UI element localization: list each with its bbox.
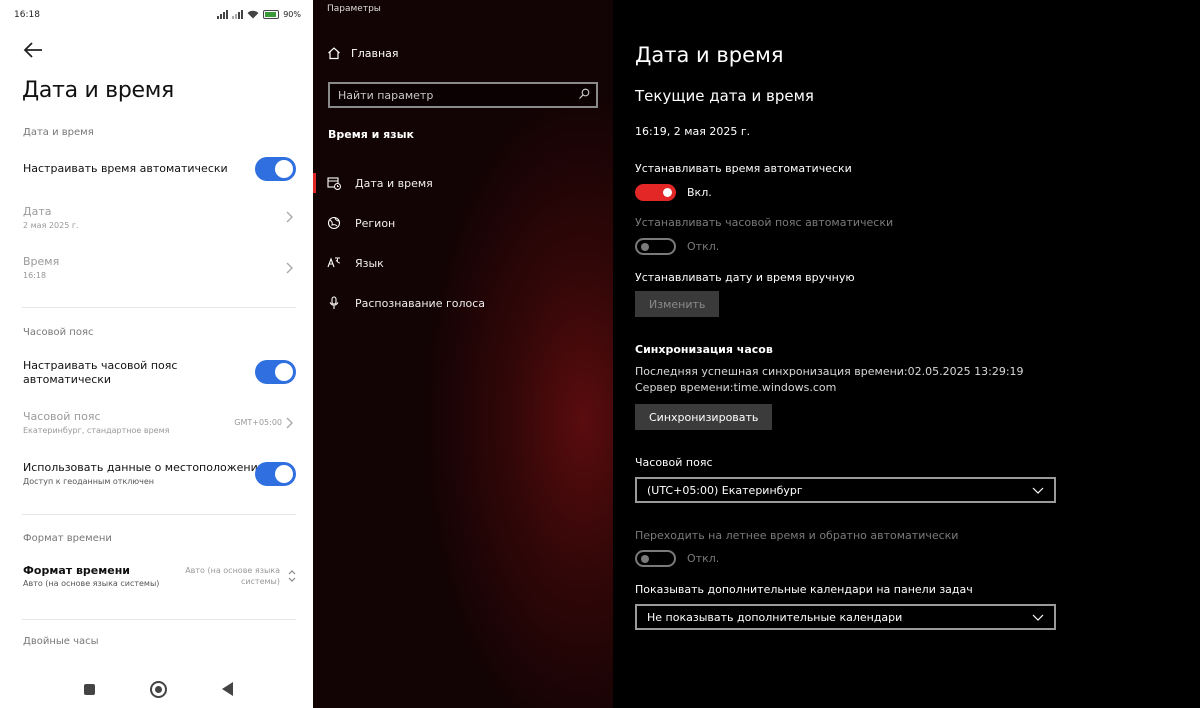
current-datetime: 16:19, 2 мая 2025 г. <box>635 125 751 138</box>
timezone-section-title: Часовой пояс <box>635 456 713 469</box>
auto-timezone-label-line1: Настраивать часовой пояс <box>23 359 178 372</box>
time-format-sub: Авто (на основе языка системы) <box>23 579 160 588</box>
auto-time-toggle[interactable] <box>635 184 676 201</box>
sidebar-group-title: Время и язык <box>328 128 415 141</box>
divider <box>22 307 296 308</box>
divider <box>22 514 296 515</box>
status-time: 16:18 <box>14 10 40 20</box>
sync-button[interactable]: Синхронизировать <box>635 404 773 430</box>
section-header-format: Формат времени <box>23 533 112 544</box>
windows-settings-main: Дата и время Текущие дата и время 16:19,… <box>613 0 1200 708</box>
section-header-timezone: Часовой пояс <box>23 327 94 338</box>
sidebar-item-label: Дата и время <box>355 176 433 190</box>
search-input[interactable] <box>338 87 568 103</box>
section-title-current: Текущие дата и время <box>635 87 814 105</box>
auto-time-state: Вкл. <box>687 186 712 199</box>
time-row-value: 16:18 <box>23 271 47 280</box>
sidebar-home-label: Главная <box>351 46 399 60</box>
time-format-value-line2: системы) <box>240 577 280 586</box>
divider <box>22 619 296 620</box>
sidebar-item-label: Язык <box>355 256 384 270</box>
home-button-icon[interactable] <box>150 681 167 698</box>
auto-timezone-toggle[interactable] <box>255 360 296 384</box>
chevron-right-icon <box>286 211 293 223</box>
chevron-right-icon <box>286 262 293 274</box>
dst-toggle[interactable] <box>635 550 676 567</box>
auto-timezone-label: Устанавливать часовой пояс автоматически <box>635 216 894 229</box>
location-toggle[interactable] <box>255 462 296 486</box>
battery-icon <box>263 10 280 19</box>
sidebar-item-home[interactable]: Главная <box>327 46 399 60</box>
page-title: Дата и время <box>22 78 174 103</box>
sidebar-item-language[interactable]: Язык <box>327 256 384 270</box>
dst-label: Переходить на летнее время и обратно авт… <box>635 529 959 542</box>
dst-state: Откл. <box>687 552 720 565</box>
app-title: Параметры <box>327 4 381 14</box>
sidebar-item-region[interactable]: Регион <box>327 216 395 230</box>
time-format-value-line1: Авто (на основе языка <box>185 566 280 575</box>
search-icon[interactable] <box>578 88 590 100</box>
section-header-datetime: Дата и время <box>23 127 94 138</box>
timezone-selected-value: (UTC+05:00) Екатеринбург <box>647 484 803 497</box>
chevron-down-icon <box>1032 487 1044 494</box>
auto-timezone-toggle[interactable] <box>635 238 676 255</box>
selected-indicator <box>313 173 316 193</box>
section-header-dual-clock: Двойные часы <box>23 636 99 647</box>
auto-timezone-label-line2: автоматически <box>23 373 112 386</box>
chevron-up-down-icon <box>288 570 296 582</box>
battery-percent: 90% <box>283 10 301 19</box>
timezone-offset: GMT+05:00 <box>234 418 282 427</box>
calendars-dropdown[interactable]: Не показывать дополнительные календари <box>635 604 1056 630</box>
language-icon <box>327 257 341 268</box>
location-label: Использовать данные о местоположении <box>23 461 265 474</box>
timezone-dropdown[interactable]: (UTC+05:00) Екатеринбург <box>635 477 1056 503</box>
sync-server-text: Сервер времени:time.windows.com <box>635 381 837 394</box>
recents-button-icon[interactable] <box>84 684 95 695</box>
sidebar-item-speech[interactable]: Распознавание голоса <box>327 296 485 310</box>
timezone-row-label[interactable]: Часовой пояс <box>23 410 101 423</box>
calendars-selected-value: Не показывать дополнительные календари <box>647 611 903 624</box>
status-bar: 16:18 90% <box>0 0 313 30</box>
timezone-row-value: Екатеринбург, стандартное время <box>23 426 170 435</box>
page-title: Дата и время <box>635 43 784 67</box>
chevron-down-icon <box>1032 614 1044 621</box>
globe-icon <box>327 216 341 230</box>
signal-icon <box>217 10 229 19</box>
date-row-value: 2 мая 2025 г. <box>23 221 79 230</box>
auto-time-toggle[interactable] <box>255 157 296 181</box>
auto-timezone-state: Откл. <box>687 240 720 253</box>
sidebar-item-date-time[interactable]: Дата и время <box>327 176 433 190</box>
sync-section-title: Синхронизация часов <box>635 343 773 356</box>
microphone-icon <box>329 296 339 309</box>
auto-time-label: Настраивать время автоматически <box>23 162 228 175</box>
android-nav-bar <box>0 668 313 708</box>
back-arrow-icon[interactable] <box>22 40 44 60</box>
signal-icon <box>232 10 244 19</box>
manual-datetime-label: Устанавливать дату и время вручную <box>635 271 855 284</box>
sidebar-item-label: Распознавание голоса <box>355 296 486 310</box>
android-settings-panel: 16:18 90% Дата и время Дата и время Наст… <box>0 0 313 708</box>
back-button-icon[interactable] <box>222 682 233 696</box>
search-box[interactable] <box>328 82 598 108</box>
home-icon <box>328 47 340 60</box>
sidebar-item-label: Регион <box>355 216 396 230</box>
calendar-clock-icon <box>327 177 341 190</box>
auto-time-label: Устанавливать время автоматически <box>635 162 852 175</box>
chevron-right-icon <box>286 417 293 429</box>
calendars-label: Показывать дополнительные календари на п… <box>635 583 973 596</box>
change-button[interactable]: Изменить <box>635 291 720 317</box>
wifi-icon <box>247 10 259 19</box>
windows-settings-sidebar: Параметры Главная Время и язык Дата и вр… <box>313 0 613 708</box>
sync-last-text: Последняя успешная синхронизация времени… <box>635 365 1024 378</box>
time-format-label[interactable]: Формат времени <box>23 564 130 577</box>
time-row-label[interactable]: Время <box>23 255 59 268</box>
date-row-label[interactable]: Дата <box>23 205 51 218</box>
location-sub: Доступ к геоданным отключен <box>23 477 155 486</box>
